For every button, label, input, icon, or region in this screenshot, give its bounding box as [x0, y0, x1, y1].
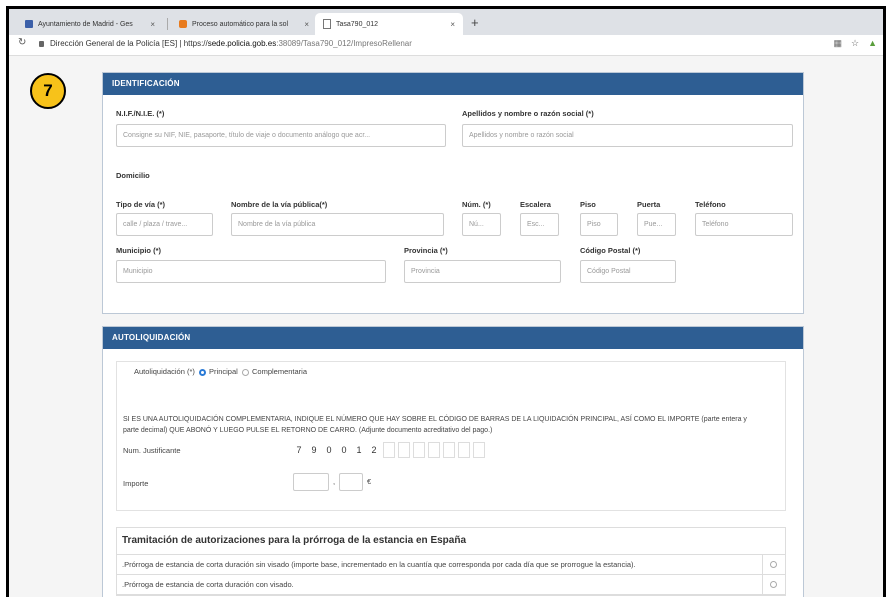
url-path: :38089/Tasa790_012/ImpresoRellenar — [276, 39, 412, 48]
currency-symbol: € — [367, 477, 372, 486]
orange-favicon-icon — [179, 20, 187, 28]
tab-separator — [167, 18, 168, 30]
provincia-input[interactable]: Provincia — [404, 260, 561, 283]
browser-window: Ayuntamiento de Madrid - Ges × Proceso a… — [6, 6, 886, 597]
nif-input[interactable]: Consigne su NIF, NIE, pasaporte, título … — [116, 124, 446, 147]
justificante-digit[interactable] — [458, 442, 470, 458]
autoliquidacion-type-row: Autoliquidación (*) Principal Complement… — [134, 367, 307, 376]
importe-label: Importe — [123, 479, 149, 488]
row-text: .Prórroga de estancia de corta duración … — [122, 560, 636, 569]
importe-separator: , — [333, 477, 336, 486]
justificante-digit[interactable] — [443, 442, 455, 458]
tramitacion-table: Tramitación de autorizaciones para la pr… — [116, 527, 786, 596]
principal-label: Principal — [209, 367, 238, 376]
autoliquidacion-type-label: Autoliquidación (*) — [134, 367, 195, 376]
justificante-digit[interactable]: 0 — [338, 442, 350, 458]
municipio-label: Municipio (*) — [116, 246, 161, 255]
tab-proceso[interactable]: Proceso automático para la sol × — [171, 13, 317, 35]
panel-header: IDENTIFICACIÓN — [103, 73, 803, 95]
complementaria-radio[interactable] — [241, 368, 249, 376]
url-scheme: https:// — [183, 39, 208, 48]
close-tab-icon[interactable]: × — [450, 20, 455, 29]
justificante-digit[interactable]: 1 — [353, 442, 365, 458]
justificante-digit[interactable] — [383, 442, 395, 458]
importe-entero-input[interactable] — [293, 473, 329, 491]
toolbar-icons: ▦ ☆ ▲ — [833, 38, 877, 49]
new-tab-button[interactable]: + — [471, 13, 479, 33]
tab-ayuntamiento[interactable]: Ayuntamiento de Madrid - Ges × — [17, 13, 163, 35]
autoliquidacion-box — [116, 361, 786, 511]
nif-label: N.I.F./N.I.E. (*) — [116, 109, 165, 118]
justificante-label: Num. Justificante — [123, 446, 181, 455]
importe-decimal-input[interactable] — [339, 473, 363, 491]
url-field[interactable]: Dirección General de la Policía [ES] | h… — [50, 39, 412, 48]
piso-input[interactable]: Piso — [580, 213, 618, 236]
principal-radio[interactable] — [199, 368, 207, 376]
tab-title: Tasa790_012 — [336, 20, 379, 28]
escalera-label: Escalera — [520, 200, 551, 209]
radio-cell — [762, 575, 785, 594]
lock-icon[interactable] — [39, 41, 44, 47]
justificante-digit[interactable]: 7 — [293, 442, 305, 458]
domicilio-label: Domicilio — [116, 171, 150, 180]
telefono-input[interactable]: Teléfono — [695, 213, 793, 236]
site-name: Dirección General de la Policía [ES] — [50, 39, 178, 48]
tipo-via-input[interactable]: calle / plaza / trave... — [116, 213, 213, 236]
justificante-digit[interactable]: 2 — [368, 442, 380, 458]
close-tab-icon[interactable]: × — [150, 20, 155, 29]
via-label: Nombre de la vía pública(*) — [231, 200, 328, 209]
translate-icon[interactable]: ▦ — [833, 38, 842, 49]
cp-label: Código Postal (*) — [580, 246, 641, 255]
justificante-digit[interactable] — [473, 442, 485, 458]
extension-icon[interactable]: ▲ — [868, 38, 877, 49]
puerta-input[interactable]: Pue... — [637, 213, 676, 236]
tipo-via-label: Tipo de vía (*) — [116, 200, 166, 209]
table-row[interactable]: .Prórroga de estancia de corta duración … — [117, 555, 785, 575]
justificante-digit[interactable]: 0 — [323, 442, 335, 458]
escalera-input[interactable]: Esc... — [520, 213, 559, 236]
table-row[interactable]: .Prórroga de estancia de corta duración … — [117, 575, 785, 595]
autoliquidacion-panel: AUTOLIQUIDACIÓN Autoliquidación (*) Prin… — [102, 326, 804, 597]
document-favicon-icon — [323, 19, 331, 29]
page-viewport: 7 IDENTIFICACIÓN N.I.F./N.I.E. (*) Consi… — [9, 56, 883, 597]
puerta-label: Puerta — [637, 200, 661, 209]
bookmark-star-icon[interactable]: ☆ — [851, 38, 859, 49]
municipio-input[interactable]: Municipio — [116, 260, 386, 283]
address-bar: ↻ Dirección General de la Policía [ES] |… — [9, 35, 883, 56]
row-radio[interactable] — [770, 580, 777, 588]
tab-tasa790[interactable]: Tasa790_012 × — [315, 13, 463, 35]
row-radio[interactable] — [770, 560, 777, 568]
tab-strip: Ayuntamiento de Madrid - Ges × Proceso a… — [9, 9, 883, 35]
telefono-label: Teléfono — [695, 200, 726, 209]
justificante-digit[interactable]: 9 — [308, 442, 320, 458]
num-label: Núm. (*) — [462, 200, 491, 209]
madrid-favicon-icon — [25, 20, 33, 28]
reload-icon[interactable]: ↻ — [18, 37, 26, 48]
piso-label: Piso — [580, 200, 596, 209]
url-domain: sede.policia.gob.es — [207, 39, 277, 48]
justificante-digit[interactable] — [398, 442, 410, 458]
complementaria-label: Complementaria — [251, 367, 308, 376]
justificante-digit[interactable] — [413, 442, 425, 458]
justificante-digit[interactable] — [428, 442, 440, 458]
nombre-label: Apellidos y nombre o razón social (*) — [462, 109, 594, 118]
row-text: .Prórroga de estancia de corta duración … — [122, 580, 294, 589]
cp-input[interactable]: Código Postal — [580, 260, 676, 283]
step-number-badge: 7 — [30, 73, 66, 109]
tab-title: Ayuntamiento de Madrid - Ges — [38, 20, 133, 28]
complementaria-instructions: SI ES UNA AUTOLIQUIDACIÓN COMPLEMENTARIA… — [123, 416, 747, 434]
tab-title: Proceso automático para la sol — [192, 20, 289, 28]
via-input[interactable]: Nombre de la vía pública — [231, 213, 444, 236]
nombre-input[interactable]: Apellidos y nombre o razón social — [462, 124, 793, 147]
panel-header: AUTOLIQUIDACIÓN — [103, 327, 803, 349]
tramitacion-title: Tramitación de autorizaciones para la pr… — [117, 528, 785, 555]
identificacion-panel: IDENTIFICACIÓN N.I.F./N.I.E. (*) Consign… — [102, 72, 804, 314]
justificante-digits: 790012 — [293, 442, 493, 458]
provincia-label: Provincia (*) — [404, 246, 448, 255]
radio-cell — [762, 555, 785, 574]
close-tab-icon[interactable]: × — [304, 20, 309, 29]
num-input[interactable]: Nú... — [462, 213, 501, 236]
url-separator: | — [179, 39, 182, 48]
